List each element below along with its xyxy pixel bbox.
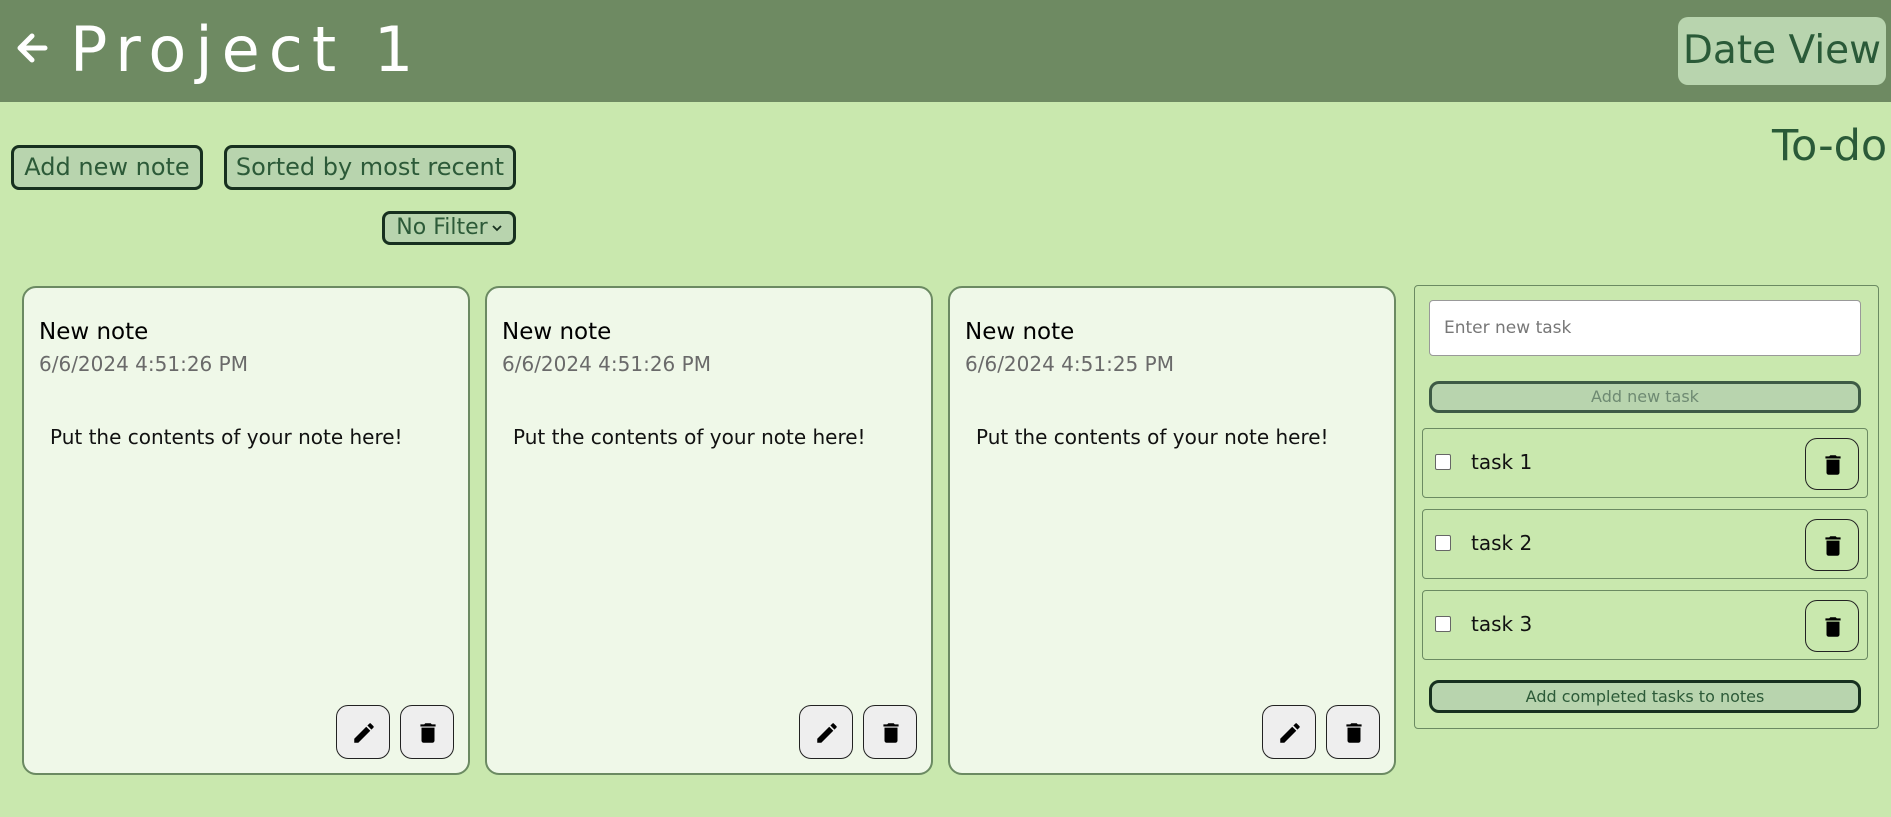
add-new-task-button[interactable]: Add new task [1429,381,1861,413]
note-date: 6/6/2024 4:51:25 PM [965,352,1174,376]
todo-heading: To-do [1772,121,1888,171]
add-new-note-button[interactable]: Add new note [11,145,203,190]
edit-note-button[interactable] [1262,705,1316,759]
todo-panel: Add new task task 1 task 2 task 3 Add co… [1414,285,1879,729]
trash-icon [1825,455,1841,475]
new-task-input[interactable] [1429,300,1861,356]
delete-task-button[interactable] [1805,519,1859,571]
trash-icon [1346,723,1362,743]
edit-note-button[interactable] [336,705,390,759]
delete-note-button[interactable] [400,705,454,759]
note-title: New note [502,319,612,345]
delete-task-button[interactable] [1805,600,1859,652]
trash-icon [1825,617,1841,637]
filter-dropdown[interactable]: No Filter [382,211,516,245]
task-checkbox[interactable] [1435,616,1451,632]
filter-label: No Filter [396,215,488,240]
note-date: 6/6/2024 4:51:26 PM [39,352,248,376]
note-title: New note [39,319,149,345]
note-card: New note 6/6/2024 4:51:26 PM Put the con… [22,286,470,775]
trash-icon [420,723,436,743]
delete-note-button[interactable] [1326,705,1380,759]
pencil-icon [354,723,374,743]
note-body: Put the contents of your note here! [513,425,866,449]
note-card: New note 6/6/2024 4:51:25 PM Put the con… [948,286,1396,775]
chevron-down-icon [492,225,502,232]
task-checkbox[interactable] [1435,454,1451,470]
task-label: task 3 [1471,612,1533,636]
trash-icon [1825,536,1841,556]
note-date: 6/6/2024 4:51:26 PM [502,352,711,376]
task-item: task 2 [1422,509,1868,579]
add-completed-to-notes-button[interactable]: Add completed tasks to notes [1429,680,1861,713]
pencil-icon [1280,723,1300,743]
page-title: Project 1 [70,13,423,86]
task-item: task 1 [1422,428,1868,498]
task-label: task 1 [1471,450,1533,474]
edit-note-button[interactable] [799,705,853,759]
app-header: Project 1 Date View [0,0,1891,102]
note-title: New note [965,319,1075,345]
task-checkbox[interactable] [1435,535,1451,551]
note-body: Put the contents of your note here! [50,425,403,449]
date-view-button[interactable]: Date View [1678,17,1886,85]
task-label: task 2 [1471,531,1533,555]
note-card: New note 6/6/2024 4:51:26 PM Put the con… [485,286,933,775]
arrow-left-icon[interactable] [14,30,50,66]
trash-icon [883,723,899,743]
note-body: Put the contents of your note here! [976,425,1329,449]
pencil-icon [817,723,837,743]
task-item: task 3 [1422,590,1868,660]
sort-button[interactable]: Sorted by most recent [224,145,516,190]
delete-task-button[interactable] [1805,438,1859,490]
delete-note-button[interactable] [863,705,917,759]
